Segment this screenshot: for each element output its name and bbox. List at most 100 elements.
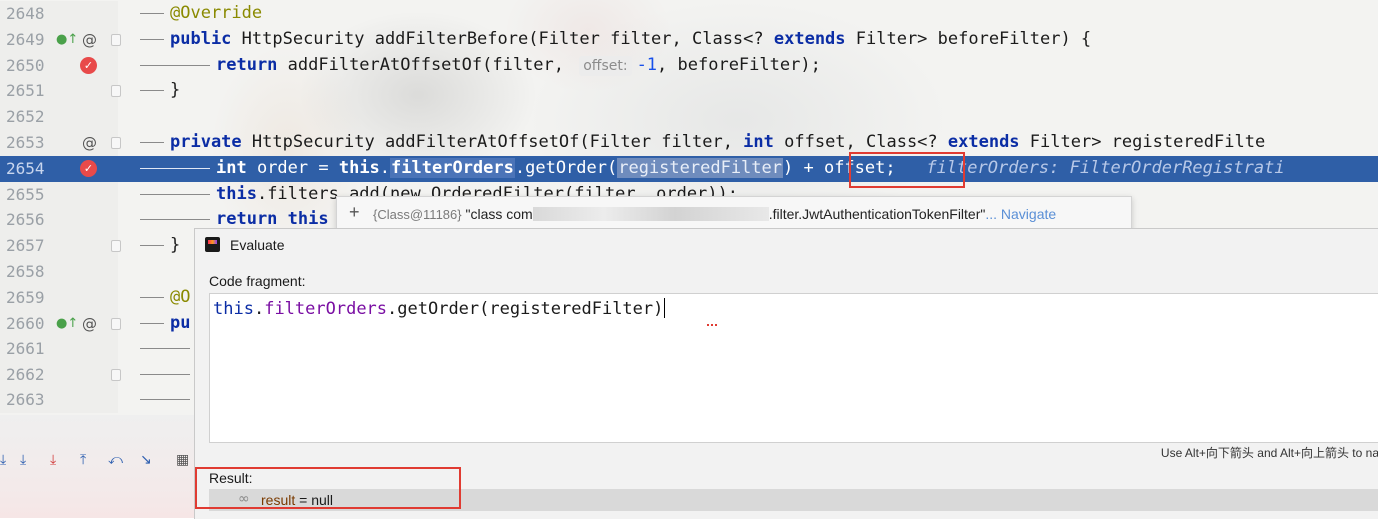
at-icon[interactable]: @: [82, 31, 97, 49]
code-line[interactable]: 2648 @Override: [0, 1, 1378, 27]
field-highlight[interactable]: filterOrders: [390, 158, 515, 178]
gutter[interactable]: 2654 ✓: [0, 156, 118, 182]
evaluate-expression-icon[interactable]: ▦: [176, 452, 189, 468]
highlight-box-result: [195, 467, 461, 509]
fold-toggle-icon[interactable]: [111, 318, 121, 330]
line-number: 2662: [6, 365, 45, 384]
code-text: public HttpSecurity addFilterBefore(Filt…: [170, 29, 1092, 49]
gutter[interactable]: 2652: [0, 104, 118, 130]
step-out-icon[interactable]: ⤒: [80, 452, 86, 468]
breakpoint-check-icon[interactable]: ✓: [80, 160, 97, 177]
error-squiggle: [707, 320, 717, 326]
navigate-link[interactable]: Navigate: [1001, 206, 1056, 222]
code-fragment-text: this.filterOrders.getOrder(registeredFil…: [213, 298, 666, 319]
code-line[interactable]: 2649 ●↑ @ public HttpSecurity addFilterB…: [0, 27, 1378, 53]
line-number: 2655: [6, 185, 45, 204]
code-line[interactable]: 2653 @ private HttpSecurity addFilterAtO…: [0, 130, 1378, 156]
drop-frame-icon[interactable]: ⤺: [108, 452, 123, 468]
text-caret: [664, 298, 666, 318]
code-text: return addFilterAtOffsetOf(filter, offse…: [216, 55, 821, 76]
code-text: @Override: [170, 1, 262, 27]
breakpoint-check-icon[interactable]: ✓: [80, 57, 97, 74]
gutter[interactable]: 2650 ✓: [0, 53, 118, 79]
at-icon[interactable]: @: [82, 315, 97, 333]
inline-debug-value[interactable]: filterOrders: FilterOrderRegistrati: [926, 158, 1284, 178]
line-number: 2663: [6, 390, 45, 409]
step-into-icon[interactable]: ⤓: [20, 452, 26, 468]
popup-value-text: {Class@11186} "class com .filter.JwtAuthe…: [373, 206, 1057, 222]
code-text: int order = this.filterOrders.getOrder(r…: [216, 158, 1285, 178]
line-number: 2657: [6, 236, 45, 255]
fold-toggle-icon[interactable]: [111, 369, 121, 381]
fold-toggle-icon[interactable]: [111, 85, 121, 97]
code-text: }: [170, 80, 181, 100]
gutter[interactable]: 2663: [0, 387, 118, 413]
code-line[interactable]: 2650 ✓ return addFilterAtOffsetOf(filter…: [0, 53, 1378, 79]
line-number: 2654: [6, 159, 45, 178]
indent-guide: [140, 142, 164, 143]
line-number: 2648: [6, 4, 45, 23]
gutter[interactable]: 2655: [0, 182, 118, 208]
line-number: 2658: [6, 262, 45, 281]
indent-guide: [140, 65, 210, 66]
line-number: 2653: [6, 133, 45, 152]
override-up-icon[interactable]: ●↑: [56, 31, 78, 49]
line-number: 2650: [6, 56, 45, 75]
line-number: 2660: [6, 314, 45, 333]
redacted-area: [532, 207, 769, 221]
gutter[interactable]: 2661: [0, 336, 118, 362]
gutter[interactable]: 2657: [0, 233, 121, 259]
code-text: }: [170, 235, 181, 255]
code-line-current[interactable]: 2654 ✓ int order = this.filterOrders.get…: [0, 156, 1378, 182]
line-number: 2651: [6, 81, 45, 100]
indent-guide: [140, 39, 164, 40]
expand-plus-icon[interactable]: +: [349, 202, 360, 223]
step-over-icon[interactable]: ⤓: [0, 452, 6, 468]
indent-guide: [140, 297, 164, 298]
fold-toggle-icon[interactable]: [111, 137, 121, 149]
variable-value-popup[interactable]: + {Class@11186} "class com .filter.JwtAut…: [336, 196, 1132, 232]
parameter-hint: offset:: [579, 56, 632, 76]
indent-guide: [140, 219, 210, 220]
fold-toggle-icon[interactable]: [111, 34, 121, 46]
indent-guide: [140, 168, 210, 169]
override-up-icon[interactable]: ●↑: [56, 315, 78, 333]
indent-guide: [140, 399, 190, 400]
indent-guide: [140, 323, 164, 324]
code-fragment-input[interactable]: this.filterOrders.getOrder(registeredFil…: [209, 293, 1378, 443]
indent-guide: [140, 194, 210, 195]
intellij-logo-icon: [205, 237, 220, 252]
force-step-into-icon[interactable]: ⤓: [50, 452, 56, 468]
gutter[interactable]: 2651: [0, 78, 121, 104]
indent-guide: [140, 374, 190, 375]
indent-guide: [140, 13, 164, 14]
gutter[interactable]: 2662: [0, 362, 121, 388]
gutter[interactable]: 2648: [0, 1, 118, 27]
highlight-box-offset: [849, 152, 965, 188]
gutter[interactable]: 2656: [0, 207, 118, 233]
debug-toolbar: [0, 415, 194, 518]
code-line[interactable]: 2651 }: [0, 78, 1378, 104]
indent-guide: [140, 90, 164, 91]
code-line[interactable]: 2652: [0, 104, 1378, 130]
gutter[interactable]: 2658: [0, 259, 118, 285]
gutter[interactable]: 2659: [0, 285, 118, 311]
gutter[interactable]: 2653 @: [0, 130, 121, 156]
code-text: @O: [170, 287, 191, 307]
fold-toggle-icon[interactable]: [111, 240, 121, 252]
keyboard-hint: Use Alt+向下箭头 and Alt+向上箭头 to na: [1160, 446, 1378, 460]
indent-guide: [140, 245, 164, 246]
argument-highlight[interactable]: registeredFilter: [617, 158, 783, 178]
at-icon[interactable]: @: [82, 134, 97, 152]
gutter[interactable]: 2649 ●↑ @: [0, 27, 121, 53]
gutter[interactable]: 2660 ●↑ @: [0, 311, 121, 337]
code-fragment-label: Code fragment:: [209, 273, 306, 289]
code-text: pu: [170, 313, 191, 333]
annotation-token: @Override: [170, 3, 263, 23]
dialog-title: Evaluate: [230, 237, 285, 253]
line-number: 2659: [6, 288, 45, 307]
run-to-cursor-icon[interactable]: ↘: [140, 452, 152, 468]
code-text: private HttpSecurity addFilterAtOffsetOf…: [170, 132, 1266, 152]
line-number: 2649: [6, 30, 45, 49]
indent-guide: [140, 348, 190, 349]
